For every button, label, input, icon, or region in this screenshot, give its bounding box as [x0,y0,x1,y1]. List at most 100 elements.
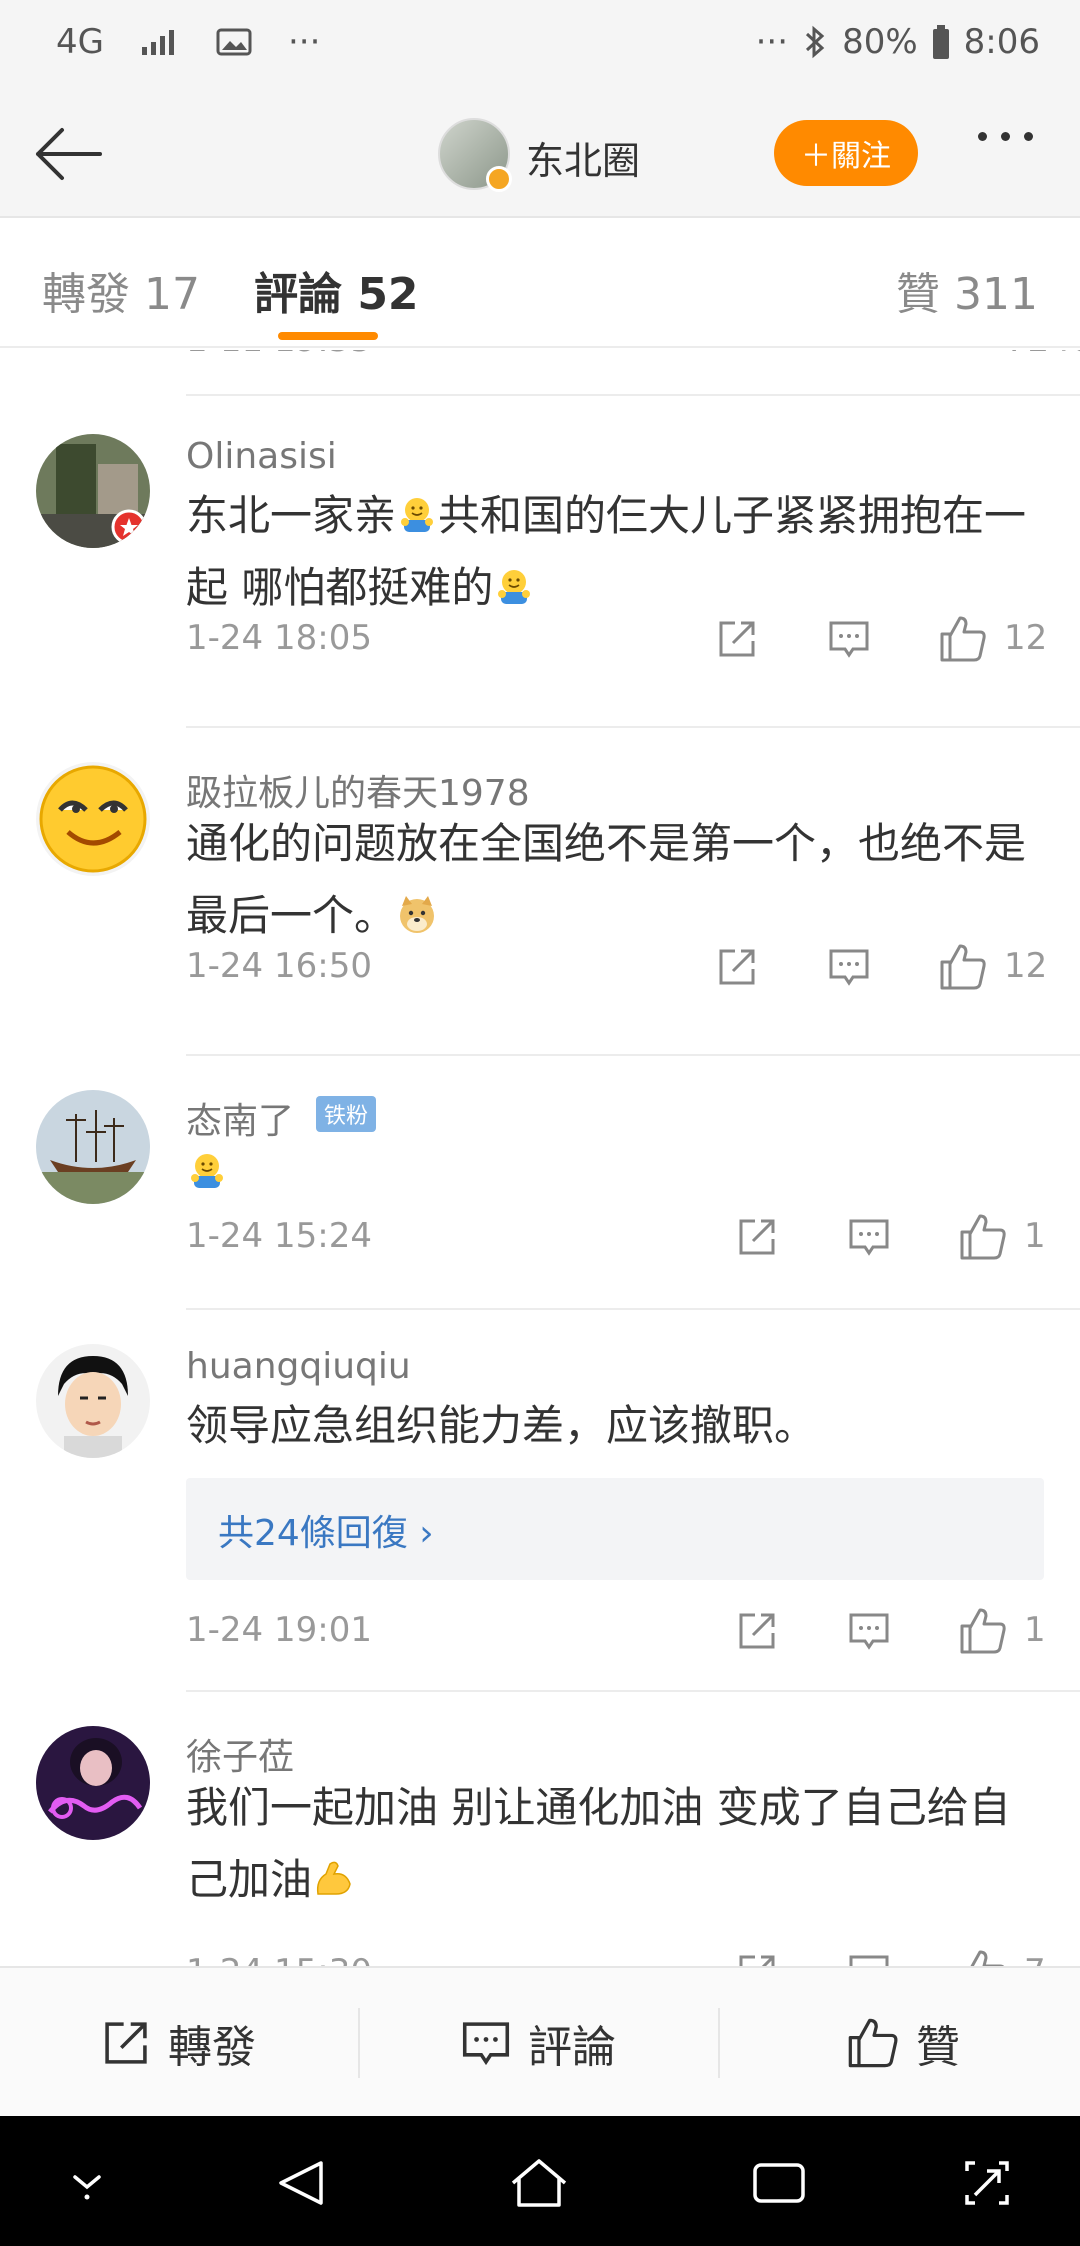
view-replies-button[interactable]: 共24條回復 › [186,1478,1044,1580]
battery-icon [932,25,949,59]
hug-emoji-icon [498,570,531,604]
detail-tabs: 轉發 17 評論 52 贊 311 [0,218,1080,348]
comment-text: 东北一家亲 共和国的仨大儿子紧紧拥抱在一起 哪怕都挺难的 [186,480,1046,624]
partial-comment-meta: 1-11 19:55 7246 [186,350,1080,368]
comment-time: 1-24 16:50 [186,946,372,986]
like-count: 7246 [1006,350,1080,360]
tab-comments[interactable]: 評論 52 [254,258,419,322]
like-comment-button[interactable] [956,1604,1010,1658]
like-count: 12 [1004,618,1048,658]
like-count: 12 [1004,946,1048,986]
triangle-back-icon [279,2161,323,2205]
like-button[interactable]: 贊 [846,2008,960,2078]
verified-badge-icon [486,166,512,192]
status-dots-left: ··· [287,22,321,62]
battery-percent: 80% [842,22,918,62]
tab-reposts[interactable]: 轉發 17 [42,258,200,322]
flexed-biceps-emoji-icon [316,1861,351,1895]
back-nav-button[interactable] [266,2148,336,2218]
thumbs-up-icon [960,1214,1006,1260]
top-nav-bar: 东北圈 ＋關注 [0,92,1080,218]
comment-time: 1-24 18:05 [186,618,372,658]
comment-item: 徐子莅 我们一起加油 别让通化加油 变成了自己给自己加油 1-24 15:30 … [0,1726,1080,1966]
expand-icon [965,2161,1009,2205]
divider [358,2008,360,2078]
comment-username[interactable]: huangqiuqiu [186,1346,411,1387]
status-time: 8:06 [963,22,1040,62]
comment-text-part: 通化的问题放在全国绝不是第一个，也绝不是最后一个。 [186,819,1027,940]
thumbs-up-icon [940,944,986,990]
comment-icon [462,2022,510,2066]
status-dots-right: ··· [755,22,789,62]
follow-button[interactable]: ＋關注 [774,120,918,186]
comment-item: 态南了 铁粉 1-24 15:24 1 [0,1090,1080,1280]
comment-text-part: 领导应急组织能力差，应该撤职。 [186,1401,817,1450]
like-count: 1 [1024,1216,1046,1256]
comment-text: 通化的问题放在全国绝不是第一个，也绝不是最后一个。 [186,808,1046,952]
comment-icon [829,949,869,986]
hide-keyboard-button[interactable] [52,2148,122,2218]
comment-meta: 1-24 19:01 1 [186,1600,1046,1660]
comment-time: 1-11 19:55 [186,350,372,360]
comment-text-part: 东北一家亲 [186,491,397,540]
thumbs-up-icon [940,616,986,662]
comment-meta: 1-24 18:05 12 [186,608,1048,668]
comment-button[interactable]: 評論 [460,2008,616,2078]
repost-comment-button[interactable] [730,1210,784,1264]
account-avatar[interactable] [438,118,512,192]
like-count: 1 [1024,1610,1046,1650]
reply-comment-button[interactable] [822,940,876,994]
home-nav-button[interactable] [504,2148,574,2218]
reply-comment-button[interactable] [842,1946,896,1966]
like-comment-button[interactable] [956,1210,1010,1264]
system-nav-bar [0,2116,1080,2246]
network-indicator: 4G [56,22,104,62]
comment-text: 领导应急组织能力差，应该撤职。 [186,1390,1046,1462]
thumbs-up-icon [970,1950,1005,1966]
comment-list[interactable]: 1-11 19:55 7246 Olinasisi 东北一家亲共和国的仨大儿子紧… [0,350,1080,1966]
status-bar: 4G ··· ··· 80% 8:06 [0,0,1080,92]
recent-apps-icon [753,2163,805,2203]
repost-label: 轉發 [168,2022,256,2073]
tab-likes[interactable]: 贊 311 [896,258,1038,322]
divider [718,2008,720,2078]
image-icon [216,28,252,56]
reply-comment-button[interactable] [842,1210,896,1264]
comment-text: 我们一起加油 别让通化加油 变成了自己给自己加油 [186,1772,1046,1916]
comment-username[interactable]: Olinasisi [186,436,337,477]
more-button[interactable] [978,132,1033,141]
expand-nav-button[interactable] [952,2148,1022,2218]
comment-time: 1-24 15:30 [186,1952,372,1966]
reply-comment-button[interactable] [822,612,876,666]
comment-icon [849,1613,889,1650]
more-dot [1024,132,1033,141]
avatar[interactable] [36,434,150,548]
comment-item: huangqiuqiu 领导应急组织能力差，应该撤职。 共24條回復 › 1-2… [0,1344,1080,1654]
thumbs-up-icon [848,2018,898,2068]
comment-label: 評論 [528,2022,616,2073]
share-icon [719,949,755,985]
like-comment-button[interactable] [956,1946,1010,1966]
repost-comment-button[interactable] [710,940,764,994]
repost-button[interactable]: 轉發 [100,2008,256,2078]
recents-nav-button[interactable] [744,2148,814,2218]
avatar[interactable] [36,1090,150,1204]
like-comment-button[interactable] [936,612,990,666]
divider [186,726,1080,728]
hug-emoji-icon [191,1154,223,1188]
avatar[interactable] [36,1344,150,1458]
account-name[interactable]: 东北圈 [526,130,640,185]
bottom-action-bar: 轉發 評論 贊 [0,1966,1080,2116]
back-button[interactable] [28,114,108,194]
repost-comment-button[interactable] [730,1946,784,1966]
avatar[interactable] [36,762,150,876]
avatar[interactable] [36,1726,150,1840]
repost-comment-button[interactable] [710,612,764,666]
reply-comment-button[interactable] [842,1604,896,1658]
repost-comment-button[interactable] [730,1604,784,1658]
hug-emoji-icon [401,498,434,532]
comment-meta: 1-24 15:24 1 [186,1206,1046,1266]
chevron-down-icon [73,2175,101,2200]
comment-icon [849,1219,889,1256]
like-comment-button[interactable] [936,940,990,994]
